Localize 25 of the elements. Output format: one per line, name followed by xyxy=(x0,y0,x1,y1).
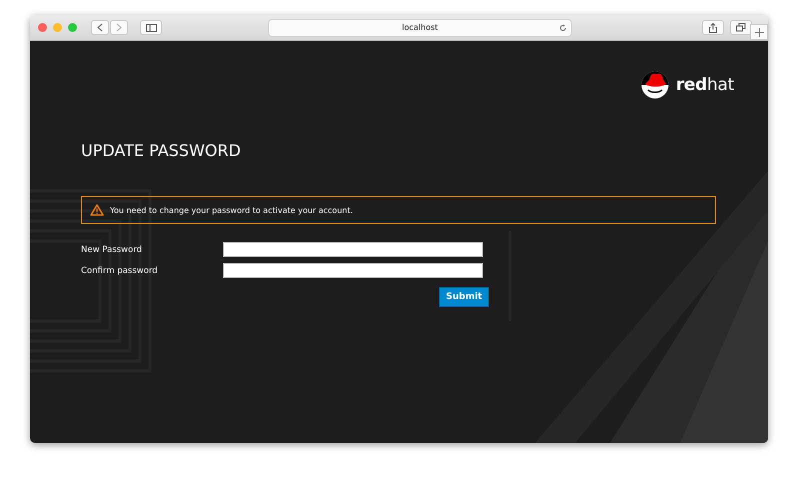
logo-icon xyxy=(640,71,670,99)
sidebar-button[interactable] xyxy=(140,20,162,35)
alert-message: You need to change your password to activate your account. xyxy=(110,206,353,214)
page-title: UPDATE PASSWORD xyxy=(81,141,242,160)
url-text: localhost xyxy=(402,23,438,32)
chevron-left-icon xyxy=(97,23,103,32)
field-label: New Password xyxy=(81,244,143,254)
submit-button[interactable]: Submit xyxy=(439,287,490,307)
new-tab-button[interactable] xyxy=(750,24,768,40)
password-field[interactable] xyxy=(223,242,483,257)
sidebar-icon xyxy=(146,24,156,32)
address-bar[interactable]: localhost xyxy=(268,18,572,36)
plus-icon xyxy=(754,28,764,36)
tabs-button[interactable] xyxy=(730,20,752,35)
share-icon xyxy=(709,22,717,32)
reload-icon[interactable] xyxy=(559,24,567,32)
warning-icon xyxy=(90,204,104,216)
share-button[interactable] xyxy=(702,20,724,35)
field-label: Confirm password xyxy=(81,266,159,276)
tabs-icon xyxy=(736,23,746,32)
password-field[interactable] xyxy=(223,263,483,278)
chevron-right-icon xyxy=(116,23,122,32)
logo-text: redhat xyxy=(676,75,734,95)
close-button[interactable] xyxy=(38,23,47,32)
back-button[interactable] xyxy=(91,20,109,35)
